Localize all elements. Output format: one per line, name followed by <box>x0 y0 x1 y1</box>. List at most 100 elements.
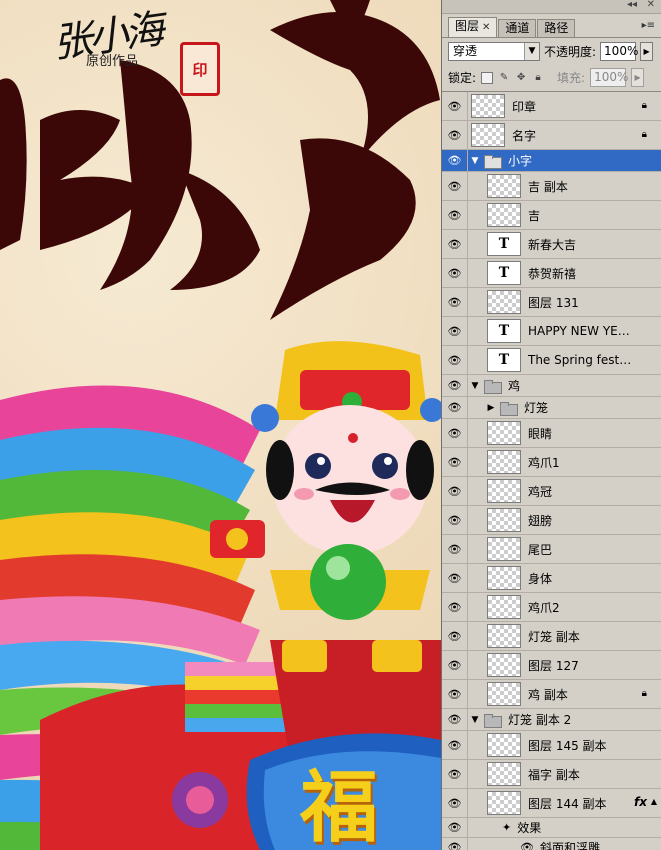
layer-row[interactable]: 👁︎ 名字 🔒︎ <box>442 121 661 150</box>
layer-thumbnail[interactable] <box>487 791 521 815</box>
text-layer-thumbnail[interactable]: T <box>487 319 521 343</box>
visibility-eye-icon[interactable]: 👁︎ <box>442 448 468 476</box>
layer-thumbnail[interactable] <box>487 174 521 198</box>
visibility-eye-icon[interactable]: 👁︎ <box>442 150 468 171</box>
visibility-eye-icon[interactable]: 👁︎ <box>442 317 468 345</box>
layer-row[interactable]: 👁︎ T 新春大吉 <box>442 230 661 259</box>
panel-menu-icon[interactable]: ▸≡ <box>642 20 655 31</box>
visibility-eye-icon[interactable]: 👁︎ <box>442 709 468 730</box>
visibility-eye-icon[interactable]: 👁︎ <box>442 397 468 418</box>
expand-triangle-icon[interactable]: ▼ <box>468 156 482 166</box>
visibility-eye-icon[interactable]: 👁︎ <box>442 259 468 287</box>
visibility-eye-icon[interactable]: 👁︎ <box>442 651 468 679</box>
blend-mode-select[interactable]: 穿透 ▼ <box>448 41 540 61</box>
tab-channels[interactable]: 通道 <box>498 19 537 37</box>
layer-thumbnail[interactable] <box>471 123 505 147</box>
lock-all-icon[interactable]: 🔒︎ <box>532 72 544 84</box>
layer-row[interactable]: 👁︎ 鸡 副本 🔒︎ <box>442 680 661 709</box>
tab-paths[interactable]: 路径 <box>537 19 576 37</box>
visibility-eye-icon[interactable]: 👁︎ <box>442 477 468 505</box>
layer-group-row[interactable]: 👁︎ ▼ 鸡 <box>442 375 661 397</box>
visibility-eye-icon[interactable]: 👁︎ <box>442 680 468 708</box>
lock-pixels-icon[interactable]: ✎ <box>498 72 510 84</box>
effect-item-row[interactable]: 👁︎ 👁︎ 斜面和浮雕 <box>442 838 661 850</box>
layer-thumbnail[interactable] <box>487 203 521 227</box>
text-layer-thumbnail[interactable]: T <box>487 232 521 256</box>
visibility-eye-icon[interactable]: 👁︎ <box>442 593 468 621</box>
layer-row[interactable]: 👁︎ T HAPPY NEW YEAR <box>442 317 661 346</box>
visibility-eye-icon[interactable]: 👁︎ <box>442 535 468 563</box>
layer-thumbnail[interactable] <box>487 762 521 786</box>
visibility-eye-icon[interactable]: 👁︎ <box>442 172 468 200</box>
layer-row[interactable]: 👁︎ 图层 144 副本 fx ▲ <box>442 789 661 818</box>
panel-title-bar[interactable]: ◂◂ ✕ <box>442 0 661 14</box>
fill-slider-button[interactable]: ▶ <box>631 68 645 87</box>
layer-thumbnail[interactable] <box>487 733 521 757</box>
layer-group-row[interactable]: 👁︎ ▼ 小字 <box>442 150 661 172</box>
layer-thumbnail[interactable] <box>487 508 521 532</box>
layer-thumbnail[interactable] <box>487 682 521 706</box>
text-layer-thumbnail[interactable]: T <box>487 348 521 372</box>
layer-row[interactable]: 👁︎ 吉 <box>442 201 661 230</box>
layer-row[interactable]: 👁︎ 吉 副本 <box>442 172 661 201</box>
layer-row[interactable]: 👁︎ 印章 🔒︎ <box>442 92 661 121</box>
visibility-eye-icon[interactable]: 👁︎ <box>442 230 468 258</box>
expand-triangle-icon[interactable]: ▼ <box>468 715 482 725</box>
visibility-eye-icon[interactable]: 👁︎ <box>442 564 468 592</box>
layer-row[interactable]: 👁︎ 身体 <box>442 564 661 593</box>
layer-row[interactable]: 👁︎ 灯笼 副本 <box>442 622 661 651</box>
effects-row[interactable]: 👁︎ ✦ 效果 <box>442 818 661 838</box>
visibility-eye-icon[interactable]: 👁︎ <box>442 201 468 229</box>
visibility-eye-icon[interactable]: 👁︎ <box>442 346 468 374</box>
layer-thumbnail[interactable] <box>487 450 521 474</box>
layer-row[interactable]: 👁︎ 鸡爪1 <box>442 448 661 477</box>
visibility-eye-icon[interactable]: 👁︎ <box>442 375 468 396</box>
layer-thumbnail[interactable] <box>487 479 521 503</box>
layer-thumbnail[interactable] <box>487 290 521 314</box>
layer-thumbnail[interactable] <box>487 537 521 561</box>
visibility-eye-icon[interactable]: 👁︎ <box>442 121 468 149</box>
layer-row[interactable]: 👁︎ 图层 131 <box>442 288 661 317</box>
visibility-eye-icon[interactable]: 👁︎ <box>442 288 468 316</box>
layer-row[interactable]: 👁︎ T 恭贺新禧 <box>442 259 661 288</box>
opacity-input[interactable]: 100% <box>600 41 638 61</box>
layer-group-row[interactable]: 👁︎ ▶ 灯笼 <box>442 397 661 419</box>
opacity-slider-button[interactable]: ▶ <box>640 41 654 61</box>
layer-row[interactable]: 👁︎ 图层 145 副本 <box>442 731 661 760</box>
layer-row[interactable]: 👁︎ 尾巴 <box>442 535 661 564</box>
layer-row[interactable]: 👁︎ 图层 127 <box>442 651 661 680</box>
visibility-eye-icon[interactable]: 👁︎ <box>442 506 468 534</box>
tab-layers[interactable]: 图层 ✕ <box>448 17 498 37</box>
fx-icon[interactable]: fx <box>634 795 647 809</box>
text-layer-thumbnail[interactable]: T <box>487 261 521 285</box>
layer-row[interactable]: 👁︎ 翅膀 <box>442 506 661 535</box>
collapse-icon[interactable]: ◂◂ <box>627 0 637 10</box>
collapse-triangle-icon[interactable]: ▶ <box>484 403 498 413</box>
layer-thumbnail[interactable] <box>487 624 521 648</box>
visibility-eye-icon[interactable]: 👁︎ <box>442 789 468 817</box>
layer-row[interactable]: 👁︎ 鸡爪2 <box>442 593 661 622</box>
effect-eye-icon[interactable]: 👁︎ <box>520 841 534 850</box>
visibility-eye-icon[interactable]: 👁︎ <box>442 92 468 120</box>
effects-toggle-icon[interactable]: ▲ <box>651 797 657 806</box>
layer-row[interactable]: 👁︎ 眼睛 <box>442 419 661 448</box>
close-panel-icon[interactable]: ✕ <box>647 0 655 10</box>
lock-position-icon[interactable]: ✥ <box>515 72 527 84</box>
visibility-eye-icon[interactable]: 👁︎ <box>442 760 468 788</box>
layer-row[interactable]: 👁︎ 鸡冠 <box>442 477 661 506</box>
visibility-eye-icon[interactable]: 👁︎ <box>442 818 468 837</box>
expand-triangle-icon[interactable]: ▼ <box>468 381 482 391</box>
visibility-eye-icon[interactable]: 👁︎ <box>442 838 468 850</box>
document-canvas[interactable]: 张小海 原创作品 印 鸡 福 <box>0 0 441 850</box>
visibility-eye-icon[interactable]: 👁︎ <box>442 622 468 650</box>
layer-group-row[interactable]: 👁︎ ▼ 灯笼 副本 2 <box>442 709 661 731</box>
layer-thumbnail[interactable] <box>487 421 521 445</box>
layer-row[interactable]: 👁︎ T The Spring festival... <box>442 346 661 375</box>
fill-input[interactable]: 100% <box>590 68 628 87</box>
layer-thumbnail[interactable] <box>487 653 521 677</box>
layer-thumbnail[interactable] <box>487 566 521 590</box>
lock-transparent-icon[interactable] <box>481 71 494 84</box>
layer-thumbnail[interactable] <box>471 94 505 118</box>
layer-thumbnail[interactable] <box>487 595 521 619</box>
tab-close-icon[interactable]: ✕ <box>482 22 490 33</box>
